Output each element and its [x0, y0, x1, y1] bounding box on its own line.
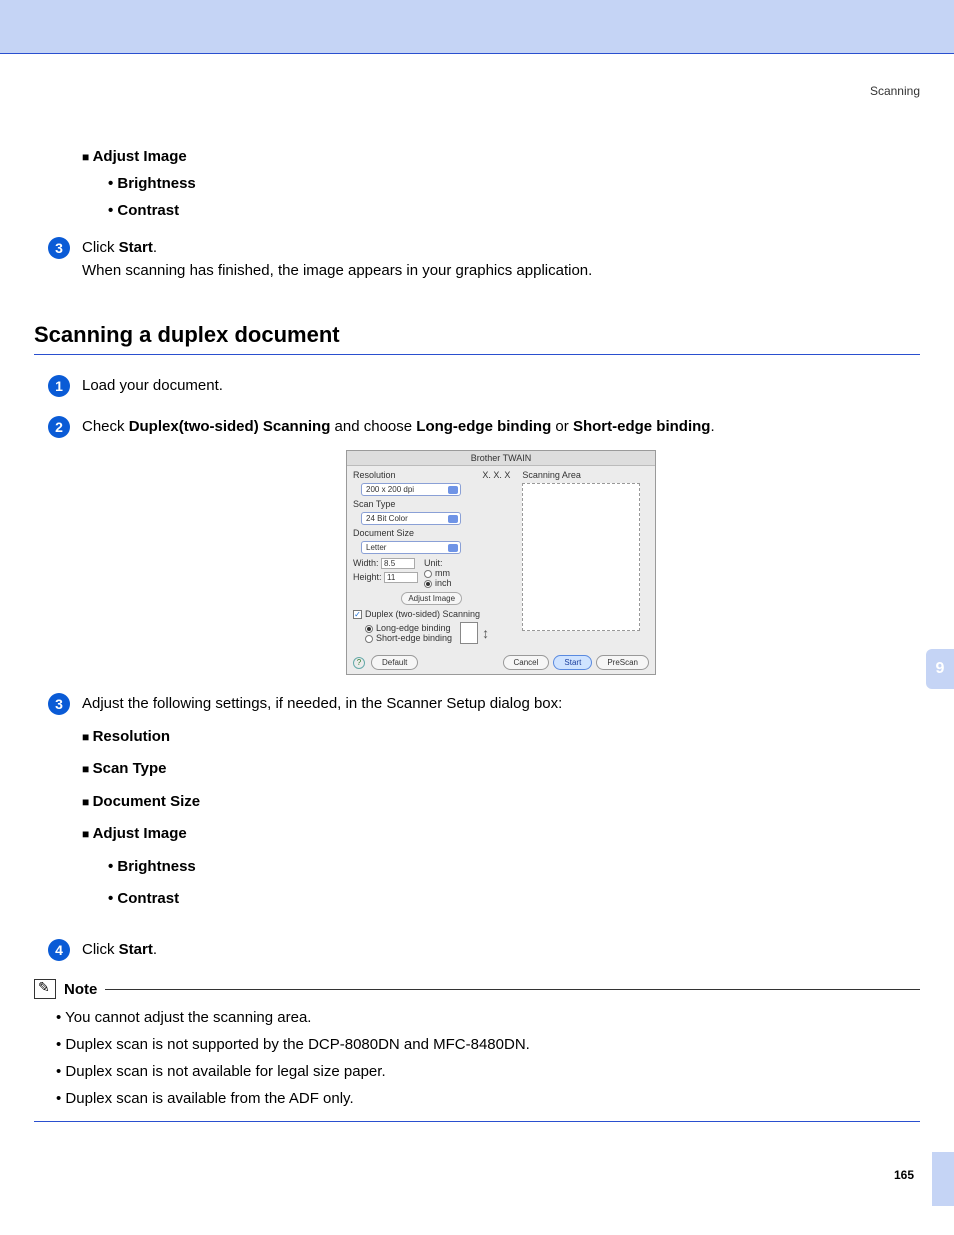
text: .	[153, 239, 157, 256]
unit-label: Unit:	[424, 558, 452, 568]
step-text: Load your document.	[82, 375, 920, 398]
short-edge-label: Short-edge binding	[376, 633, 452, 643]
text: and choose	[330, 418, 416, 435]
resolution-item: Resolution	[82, 726, 920, 749]
adjust-image-button[interactable]: Adjust Image	[401, 592, 462, 605]
scantype-label: Scan Type	[353, 499, 510, 509]
start-button[interactable]: Start	[553, 655, 592, 670]
docsize-label: Document Size	[353, 528, 510, 538]
chapter-tab: 9	[926, 649, 954, 689]
step-number-badge: 3	[48, 693, 70, 715]
note-item: Duplex scan is available from the ADF on…	[56, 1090, 920, 1107]
bold: Duplex(two-sided) Scanning	[129, 418, 331, 435]
adjust-image-block: Adjust Image	[82, 148, 920, 165]
short-edge-radio[interactable]	[365, 635, 373, 643]
adjust-image-subitems: Brightness Contrast	[108, 175, 920, 219]
duplex-label: Duplex (two-sided) Scanning	[365, 609, 480, 619]
height-label: Height:	[353, 572, 382, 582]
binding-icon	[460, 622, 478, 644]
dialog-screenshot: Brother TWAIN Resolution X. X. X 200 x 2…	[82, 450, 920, 675]
long-edge-label: Long-edge binding	[376, 623, 451, 633]
prescan-button[interactable]: PreScan	[596, 655, 649, 670]
scanning-area-label: Scanning Area	[522, 470, 649, 480]
start-bold: Start	[119, 239, 153, 256]
step-number-badge: 2	[48, 416, 70, 438]
doc-size-item: Document Size	[82, 791, 920, 814]
default-button[interactable]: Default	[371, 655, 418, 670]
width-input[interactable]: 8.5	[381, 558, 415, 569]
resolution-select[interactable]: 200 x 200 dpi	[361, 483, 461, 496]
duplex-step-1: 1 Load your document.	[48, 375, 920, 398]
section-rule	[34, 354, 920, 355]
docsize-select[interactable]: Letter	[361, 541, 461, 554]
duplex-step-2: 2 Check Duplex(two-sided) Scanning and c…	[48, 416, 920, 439]
text: Click	[82, 239, 119, 256]
unit-mm-label: mm	[435, 568, 450, 578]
version-label: X. X. X	[482, 470, 510, 480]
step-text: Adjust the following settings, if needed…	[82, 693, 920, 716]
note-label: Note	[64, 981, 97, 998]
note-end-rule	[34, 1121, 920, 1122]
note-list: You cannot adjust the scanning area. Dup…	[56, 1009, 920, 1107]
unit-mm-radio[interactable]	[424, 570, 432, 578]
width-label: Width:	[353, 558, 379, 568]
bold: Short-edge binding	[573, 418, 710, 435]
resolution-label: Resolution	[353, 470, 396, 480]
step-number-badge: 3	[48, 237, 70, 259]
scantype-select[interactable]: 24 Bit Color	[361, 512, 461, 525]
note-item: Duplex scan is not available for legal s…	[56, 1063, 920, 1080]
note-icon	[34, 979, 56, 999]
note-header: Note	[34, 979, 920, 999]
text: When scanning has finished, the image ap…	[82, 262, 592, 279]
cancel-button[interactable]: Cancel	[503, 655, 550, 670]
unit-inch-radio[interactable]	[424, 580, 432, 588]
scan-type-item: Scan Type	[82, 758, 920, 781]
scanning-area-preview	[522, 483, 640, 631]
text: or	[551, 418, 573, 435]
dialog-title: Brother TWAIN	[347, 451, 655, 466]
bold: Long-edge binding	[416, 418, 551, 435]
duplex-checkbox[interactable]: ✓	[353, 610, 362, 619]
note-item: Duplex scan is not supported by the DCP-…	[56, 1036, 920, 1053]
start-bold: Start	[119, 941, 153, 958]
height-input[interactable]: 11	[384, 572, 418, 583]
text: Check	[82, 418, 129, 435]
contrast-item: Contrast	[108, 888, 920, 911]
running-head: Scanning	[34, 84, 920, 98]
duplex-step-3: 3 Adjust the following settings, if need…	[48, 693, 920, 921]
step-number-badge: 4	[48, 939, 70, 961]
text: .	[153, 941, 157, 958]
adjust-image-label: Adjust Image	[82, 148, 920, 165]
step-number-badge: 1	[48, 375, 70, 397]
section-heading: Scanning a duplex document	[34, 322, 920, 348]
unit-inch-label: inch	[435, 578, 452, 588]
long-edge-radio[interactable]	[365, 625, 373, 633]
brightness-item: Brightness	[108, 856, 920, 879]
footer-stripe	[932, 1152, 954, 1206]
top-banner	[0, 0, 954, 54]
note-item: You cannot adjust the scanning area.	[56, 1009, 920, 1026]
adjust-image-item: Adjust Image	[82, 823, 920, 846]
duplex-step-4: 4 Click Start.	[48, 939, 920, 962]
contrast-item: Contrast	[108, 202, 920, 219]
text: Click	[82, 941, 119, 958]
help-button[interactable]: ?	[353, 657, 365, 669]
brightness-item: Brightness	[108, 175, 920, 192]
note-rule	[105, 989, 920, 990]
step-3-pre: 3 Click Start. When scanning has finishe…	[48, 237, 920, 282]
text: .	[710, 418, 714, 435]
page-number: 165	[894, 1168, 914, 1182]
